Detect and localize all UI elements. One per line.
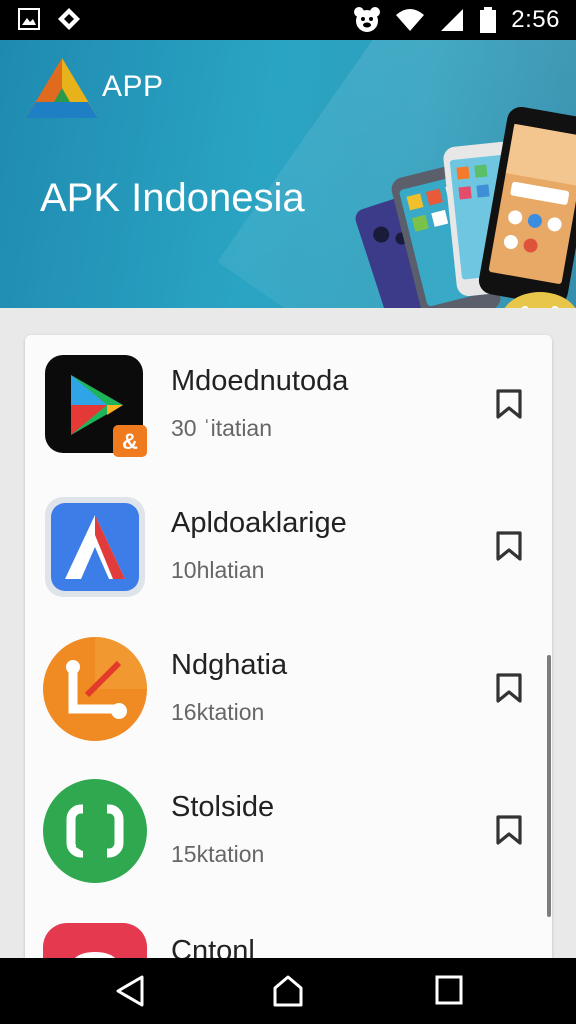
app-subtitle: 15ktation (171, 841, 265, 867)
recent-apps-icon[interactable] (434, 974, 464, 1006)
header-banner: APP APK Indonesia (0, 40, 576, 308)
navigation-bar (0, 958, 576, 1024)
bookmark-icon[interactable] (495, 815, 523, 845)
bear-notification-icon (354, 7, 381, 32)
app-subtitle: 10hlatian (171, 557, 265, 583)
status-bar: 2:56 (0, 0, 576, 40)
cell-signal-icon (441, 9, 464, 31)
app-name: Apldoaklarige (171, 507, 347, 539)
wifi-icon (396, 9, 425, 31)
list-item[interactable]: Stolside 15ktation (25, 761, 552, 901)
app-subtitle: 16ktation (171, 699, 265, 725)
phones-illustration (355, 106, 576, 308)
app-name: Ndghatia (171, 649, 288, 681)
bookmark-icon[interactable] (495, 389, 523, 419)
app-logo-label: APP (102, 70, 164, 103)
home-icon[interactable] (272, 974, 304, 1008)
app-notification-icon (58, 8, 80, 30)
play-store-icon: & (45, 355, 147, 457)
battery-icon (480, 7, 497, 33)
app-logo-icon (26, 58, 98, 118)
gallery-notification-icon (18, 8, 40, 30)
orange-link-app-icon (43, 637, 147, 741)
list-scrollbar[interactable] (547, 655, 551, 917)
green-sync-app-icon (43, 779, 147, 883)
list-item[interactable]: Apldoaklarige 10hlatian (25, 477, 552, 617)
page-title: APK Indonesia (40, 176, 305, 220)
status-time: 2:56 (511, 6, 560, 33)
red-arrow-app-icon (45, 497, 145, 597)
svg-text:&: & (122, 429, 138, 454)
list-item[interactable]: Ndghatia 16ktation (25, 619, 552, 759)
app-list-card: & Mdoednutoda 30 ˈitatian Apldoaklarige … (25, 335, 552, 975)
back-icon[interactable] (114, 974, 146, 1008)
app-name: Mdoednutoda (171, 365, 349, 397)
list-item[interactable]: & Mdoednutoda 30 ˈitatian (25, 335, 552, 475)
app-name: Stolside (171, 791, 275, 823)
app-subtitle: 30 ˈitatian (171, 415, 273, 441)
bookmark-icon[interactable] (495, 673, 523, 703)
bookmark-icon[interactable] (495, 531, 523, 561)
